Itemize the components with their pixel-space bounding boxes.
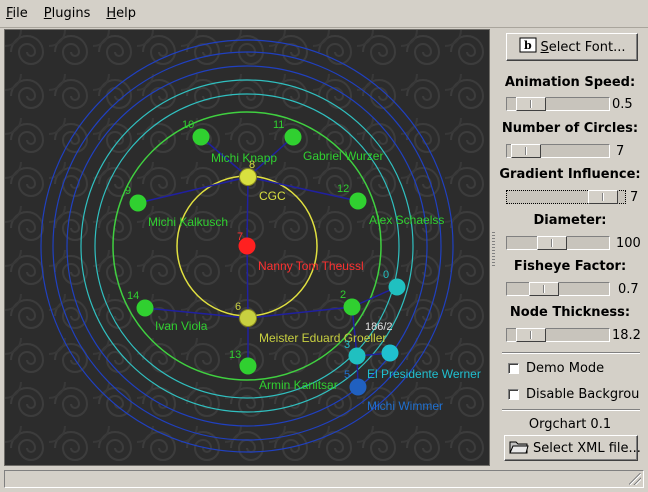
slider-thumb[interactable] bbox=[588, 190, 618, 204]
node-id: 6 bbox=[235, 301, 241, 313]
checkbox-box[interactable] bbox=[508, 389, 519, 400]
menu-help[interactable]: Help bbox=[106, 6, 136, 21]
node-circle[interactable] bbox=[343, 298, 361, 316]
node-name: CGC bbox=[259, 189, 286, 203]
node-id: 14 bbox=[127, 290, 139, 302]
gradient-influence-value: 7 bbox=[630, 190, 639, 205]
fisheye-factor-label: Fisheye Factor: bbox=[513, 259, 627, 274]
animation-speed-label: Animation Speed: bbox=[504, 75, 636, 90]
slider-thumb[interactable] bbox=[529, 282, 559, 296]
edge bbox=[246, 245, 249, 319]
version-label: Orgchart 0.1 bbox=[528, 417, 612, 432]
number-of-circles-label: Number of Circles: bbox=[501, 121, 639, 136]
node-circle[interactable] bbox=[348, 347, 366, 365]
menu-plugins[interactable]: Plugins bbox=[44, 6, 91, 21]
number-of-circles-slider[interactable] bbox=[506, 144, 610, 158]
node-thickness-value: 18.2 bbox=[612, 328, 641, 343]
slider-thumb[interactable] bbox=[511, 144, 541, 158]
node-name: Michi Knapp bbox=[211, 151, 277, 165]
node-name: Alex Schaelss bbox=[369, 213, 444, 227]
orgchart-graph[interactable]: 7Nanny Tom Theussl8CGC6Meister Eduard Gr… bbox=[5, 30, 489, 465]
node-name: Ivan Viola bbox=[155, 319, 208, 333]
demo-mode-checkbox[interactable]: Demo Mode bbox=[508, 361, 644, 376]
diameter-slider[interactable] bbox=[506, 236, 610, 250]
slider-thumb[interactable] bbox=[516, 328, 546, 342]
disable-background-checkbox[interactable]: Disable Backgrou bbox=[508, 387, 644, 402]
gradient-influence-slider[interactable] bbox=[506, 190, 626, 204]
node-id: 13 bbox=[229, 349, 241, 361]
divider bbox=[502, 352, 640, 354]
select-xml-button[interactable]: Select XML file... bbox=[504, 435, 641, 461]
node-name: Gabriel Wurzer bbox=[303, 149, 383, 163]
node-circle[interactable] bbox=[284, 128, 302, 146]
menu-bar: File Plugins Help bbox=[0, 0, 648, 28]
node-circle[interactable] bbox=[381, 344, 399, 362]
node-circle[interactable] bbox=[192, 128, 210, 146]
node-id: 10 bbox=[182, 119, 194, 131]
node-id: 3 bbox=[344, 339, 350, 351]
control-panel: b Select Font... Animation Speed: 0.5 Nu… bbox=[496, 29, 644, 466]
node-name: Michi Wimmer bbox=[367, 399, 443, 413]
orgchart-canvas[interactable]: 7 Nanny Tom Theussl 8 CGC 6 Meister Eduard Gr… bbox=[4, 29, 490, 466]
node-circle[interactable] bbox=[349, 192, 367, 210]
resize-grip-icon[interactable] bbox=[629, 473, 641, 485]
edge bbox=[246, 176, 249, 247]
node-circle[interactable] bbox=[349, 378, 367, 396]
slider-thumb[interactable] bbox=[537, 236, 567, 250]
node-name: Meister Eduard Groeller bbox=[259, 331, 386, 345]
checkbox-box[interactable] bbox=[508, 363, 519, 374]
node-circle[interactable] bbox=[239, 357, 257, 375]
node-circle[interactable] bbox=[129, 194, 147, 212]
node-circle[interactable] bbox=[136, 299, 154, 317]
menu-file[interactable]: File bbox=[6, 6, 28, 21]
diameter-value: 100 bbox=[616, 236, 641, 251]
fisheye-factor-slider[interactable] bbox=[506, 282, 610, 296]
node-circle[interactable] bbox=[388, 278, 406, 296]
node-id: 11 bbox=[273, 119, 284, 131]
node-name: El Presidente Werner bbox=[367, 367, 481, 381]
gradient-influence-label: Gradient Influence: bbox=[499, 167, 641, 182]
node-thickness-slider[interactable] bbox=[506, 328, 610, 342]
fisheye-factor-value: 0.7 bbox=[618, 282, 639, 297]
folder-icon bbox=[509, 438, 529, 458]
node-name: Armin Kanitsar bbox=[259, 378, 338, 392]
node-id: 7 bbox=[237, 231, 243, 243]
animation-speed-value: 0.5 bbox=[612, 97, 633, 112]
splitter-handle[interactable] bbox=[492, 232, 495, 268]
node-id: 0 bbox=[383, 269, 389, 281]
select-font-button[interactable]: b Select Font... bbox=[506, 33, 638, 61]
node-id: 12 bbox=[337, 183, 349, 195]
node-name: Nanny Tom Theussl bbox=[258, 259, 364, 273]
node-thickness-label: Node Thickness: bbox=[509, 305, 631, 320]
font-icon: b bbox=[519, 37, 537, 57]
animation-speed-slider[interactable] bbox=[506, 97, 610, 111]
slider-thumb[interactable] bbox=[516, 97, 546, 111]
number-of-circles-value: 7 bbox=[616, 144, 625, 159]
node-name: Michi Kalkusch bbox=[148, 215, 228, 229]
node-id: 186/2 bbox=[365, 321, 393, 333]
diameter-label: Diameter: bbox=[533, 213, 607, 228]
node-id: 2 bbox=[340, 289, 346, 301]
divider bbox=[502, 409, 640, 411]
node-id: 5 bbox=[344, 369, 350, 381]
node-id: 9 bbox=[125, 185, 131, 197]
svg-text:b: b bbox=[524, 39, 532, 52]
status-bar bbox=[4, 470, 644, 488]
